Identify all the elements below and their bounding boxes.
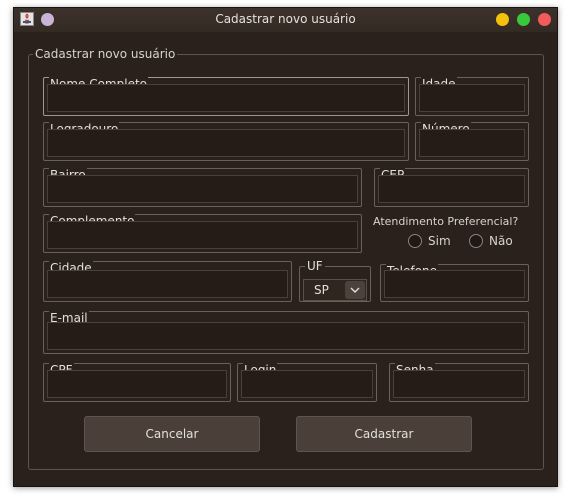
cep-input[interactable] — [378, 175, 525, 203]
atendimento-preferencial-label: Atendimento Preferencial? — [373, 215, 519, 228]
nome-completo-input[interactable] — [47, 84, 405, 112]
bairro-input[interactable] — [47, 175, 358, 203]
uf-field: UF SP — [299, 258, 371, 302]
submit-button[interactable]: Cadastrar — [296, 416, 472, 452]
cep-field: CEP — [374, 168, 529, 207]
uf-selected-value: SP — [314, 283, 329, 297]
senha-field: Senha — [389, 363, 529, 402]
cpf-input[interactable] — [47, 370, 227, 398]
app-window: Cadastrar novo usuário Cadastrar novo us… — [13, 7, 558, 487]
numero-input[interactable] — [419, 129, 525, 157]
logradouro-field: Logradouro — [43, 122, 409, 161]
cpf-field: CPF — [43, 363, 231, 402]
logradouro-input[interactable] — [47, 129, 405, 157]
uf-label: UF — [305, 258, 325, 274]
radio-nao-label: Não — [489, 234, 513, 248]
radio-nao[interactable]: Não — [469, 232, 513, 250]
email-field: E-mail — [43, 311, 529, 354]
radio-sim-label: Sim — [428, 234, 451, 248]
radio-nao-circle[interactable] — [469, 234, 483, 248]
minimize-button[interactable] — [496, 13, 509, 26]
radio-sim-circle[interactable] — [408, 234, 422, 248]
senha-input[interactable] — [393, 370, 525, 398]
chevron-down-icon[interactable] — [345, 281, 365, 299]
bairro-field: Bairro — [43, 168, 362, 207]
numero-field: Número — [415, 122, 529, 161]
login-input[interactable] — [241, 370, 373, 398]
radio-sim[interactable]: Sim — [408, 232, 451, 250]
cidade-input[interactable] — [47, 270, 288, 298]
maximize-button[interactable] — [517, 13, 530, 26]
cidade-field: Cidade — [43, 261, 292, 302]
idade-input[interactable] — [419, 84, 525, 112]
login-field: Login — [237, 363, 377, 402]
form-group-title: Cadastrar novo usuário — [33, 46, 178, 62]
telefone-field: Telefone — [380, 264, 529, 302]
complemento-field: Complemento — [43, 214, 362, 253]
window-title: Cadastrar novo usuário — [215, 12, 356, 26]
complemento-input[interactable] — [47, 221, 358, 249]
title-bar[interactable]: Cadastrar novo usuário — [14, 8, 557, 32]
idade-field: Idade — [415, 77, 529, 116]
nome-completo-field: Nome Completo — [43, 77, 409, 116]
email-input[interactable] — [47, 322, 525, 350]
cancel-button[interactable]: Cancelar — [84, 416, 260, 452]
uf-select[interactable]: SP — [303, 279, 367, 301]
telefone-input[interactable] — [384, 270, 525, 298]
close-button[interactable] — [538, 13, 551, 26]
